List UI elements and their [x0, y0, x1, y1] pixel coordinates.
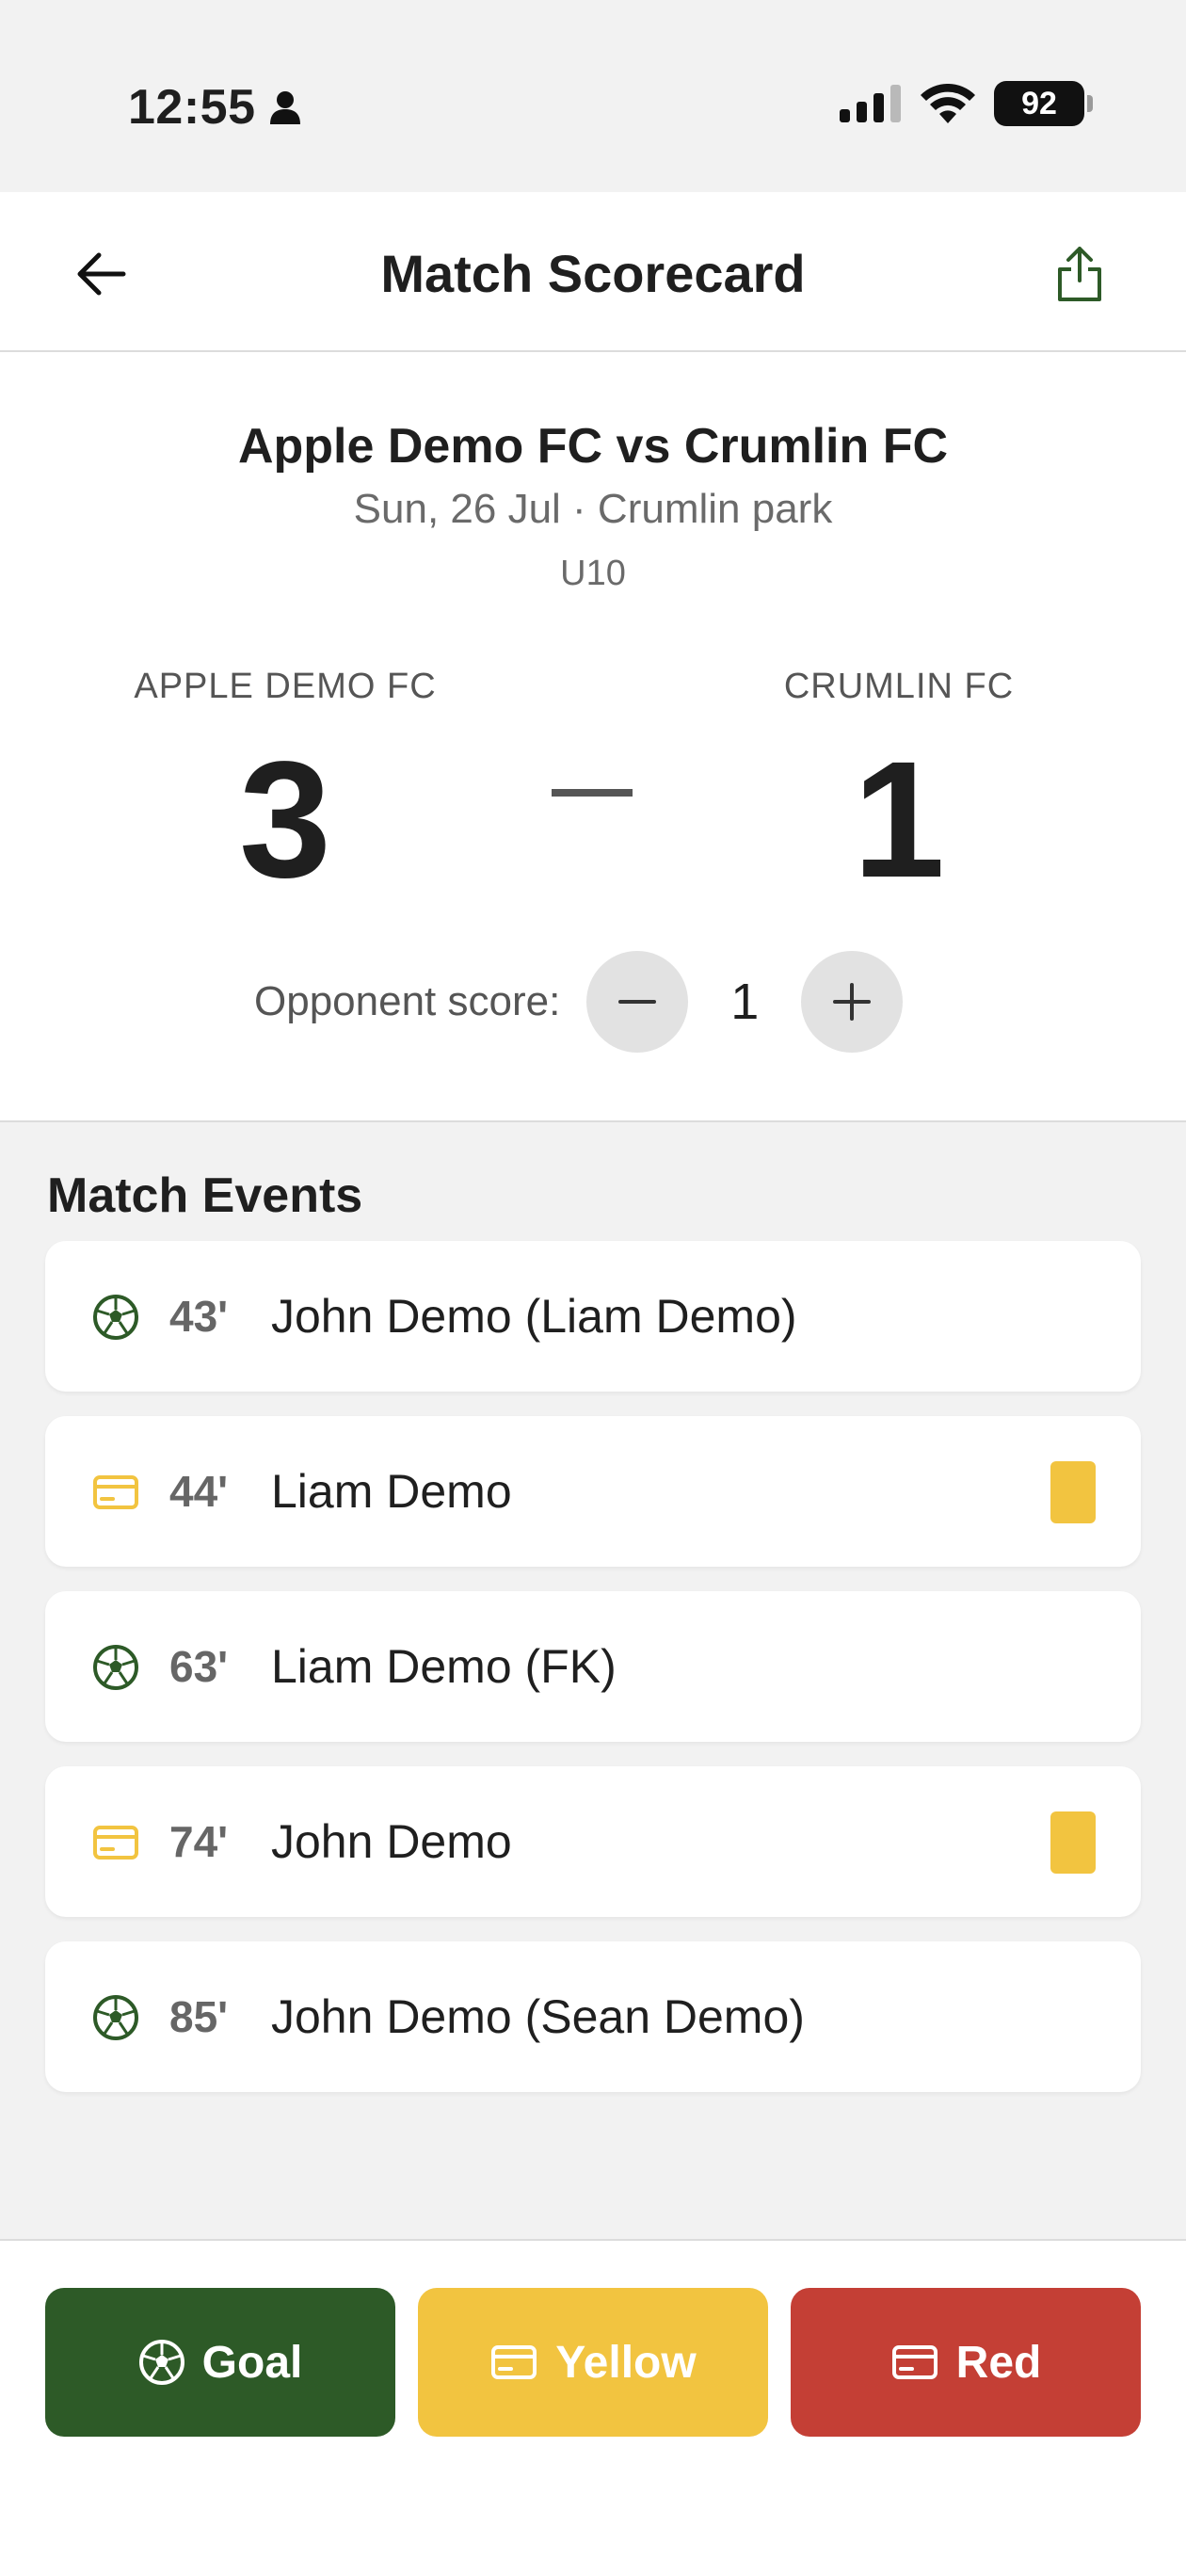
decrement-button[interactable] — [586, 951, 689, 1053]
away-team: CRUMLIN FC 1 — [701, 667, 1097, 905]
soccer-ball-icon — [93, 1995, 138, 2040]
event-row[interactable]: 44' Liam Demo — [45, 1416, 1141, 1567]
away-team-score: 1 — [853, 728, 945, 912]
match-title: Apple Demo FC vs Crumlin FC — [237, 419, 949, 474]
card-icon — [93, 1475, 138, 1509]
event-row[interactable]: 63' Liam Demo (FK) — [45, 1591, 1141, 1742]
soccer-ball-icon — [138, 2340, 184, 2385]
score-separator — [552, 789, 633, 797]
page-title: Match Scorecard — [380, 244, 806, 303]
event-row[interactable]: 43' John Demo (Liam Demo) — [45, 1241, 1141, 1392]
home-team: APPLE DEMO FC 3 — [88, 667, 483, 905]
status-time: 12:55 — [128, 80, 256, 135]
event-description: Liam Demo (FK) — [271, 1640, 617, 1693]
person-icon — [269, 91, 300, 124]
opponent-score-label: Opponent score: — [254, 978, 561, 1024]
event-description: John Demo — [271, 1815, 512, 1868]
add-goal-label: Goal — [201, 2337, 303, 2388]
event-minute: 74' — [169, 1817, 229, 1866]
match-date-venue: Sun, 26 Jul · Crumlin park — [353, 486, 833, 532]
wifi-icon — [921, 84, 975, 123]
event-minute: 44' — [169, 1467, 229, 1516]
add-goal-button[interactable]: Goal — [45, 2288, 395, 2437]
yellow-card-marker — [1050, 1461, 1096, 1523]
share-button[interactable] — [1047, 241, 1113, 307]
event-minute: 63' — [169, 1642, 229, 1691]
age-group: U10 — [560, 554, 626, 593]
share-icon — [1058, 247, 1101, 301]
event-minute: 43' — [169, 1292, 229, 1341]
cellular-signal-icon — [840, 85, 901, 122]
event-row[interactable]: 74' John Demo — [45, 1766, 1141, 1917]
soccer-ball-icon — [93, 1295, 138, 1340]
opponent-score-value: 1 — [730, 974, 760, 1030]
event-minute: 85' — [169, 1992, 229, 2041]
card-icon — [93, 1826, 138, 1860]
action-bar: Goal Yellow Red — [0, 2239, 1186, 2576]
opponent-score-control: Opponent score: 1 — [254, 951, 904, 1053]
soccer-ball-icon — [93, 1645, 138, 1690]
events-list: 43' John Demo (Liam Demo) 44' Liam Demo … — [45, 1241, 1141, 2117]
yellow-card-marker — [1050, 1811, 1096, 1874]
event-description: John Demo (Liam Demo) — [271, 1290, 797, 1343]
event-description: Liam Demo — [271, 1465, 512, 1518]
battery-indicator: 92 — [994, 81, 1093, 126]
home-team-score: 3 — [239, 728, 331, 912]
home-team-name: APPLE DEMO FC — [134, 667, 437, 706]
add-yellow-card-button[interactable]: Yellow — [418, 2288, 768, 2437]
status-time-group: 12:55 — [128, 79, 301, 136]
away-team-name: CRUMLIN FC — [783, 667, 1015, 706]
event-description: John Demo (Sean Demo) — [271, 1990, 805, 2043]
battery-level: 92 — [1021, 85, 1057, 121]
add-red-card-label: Red — [955, 2337, 1042, 2388]
increment-button[interactable] — [801, 951, 904, 1053]
minus-icon — [618, 1000, 657, 1004]
events-heading: Match Events — [47, 1168, 363, 1223]
add-yellow-card-label: Yellow — [555, 2337, 697, 2388]
plus-icon — [833, 983, 872, 1021]
card-icon — [891, 2345, 938, 2379]
score-card: Apple Demo FC vs Crumlin FC Sun, 26 Jul … — [0, 352, 1186, 1122]
nav-bar: Match Scorecard — [0, 192, 1186, 352]
event-row[interactable]: 85' John Demo (Sean Demo) — [45, 1941, 1141, 2092]
status-bar: 12:55 92 — [0, 0, 1186, 192]
card-icon — [491, 2345, 537, 2379]
status-icons: 92 — [840, 81, 1093, 126]
add-red-card-button[interactable]: Red — [791, 2288, 1141, 2437]
